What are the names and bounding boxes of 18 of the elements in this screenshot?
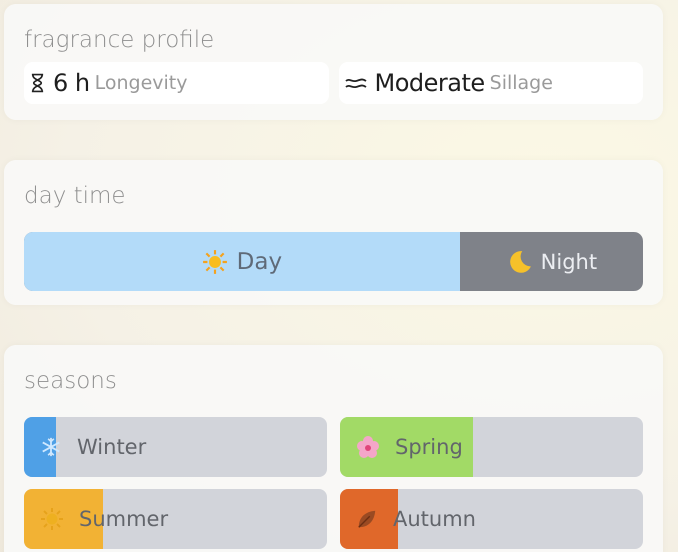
sun-icon [40, 507, 64, 531]
flower-icon [356, 435, 380, 459]
stat-label: Longevity [94, 72, 188, 94]
stat-value: 6 h [53, 69, 90, 97]
section-title: day time [24, 182, 127, 210]
sun-icon [202, 248, 228, 274]
season-label: Spring [395, 435, 463, 459]
stat-label: Sillage [490, 72, 553, 94]
segment-label: Day [236, 248, 282, 274]
section-title: seasons [24, 367, 118, 395]
section-title: fragrance profile [24, 26, 216, 54]
hourglass-icon [30, 73, 45, 93]
segment-label: Night [540, 250, 598, 274]
stat-value: Moderate [374, 69, 485, 97]
season-label: Winter [77, 435, 146, 459]
snowflake-icon [40, 436, 62, 458]
waves-icon [344, 76, 366, 90]
leaf-icon [356, 508, 378, 530]
